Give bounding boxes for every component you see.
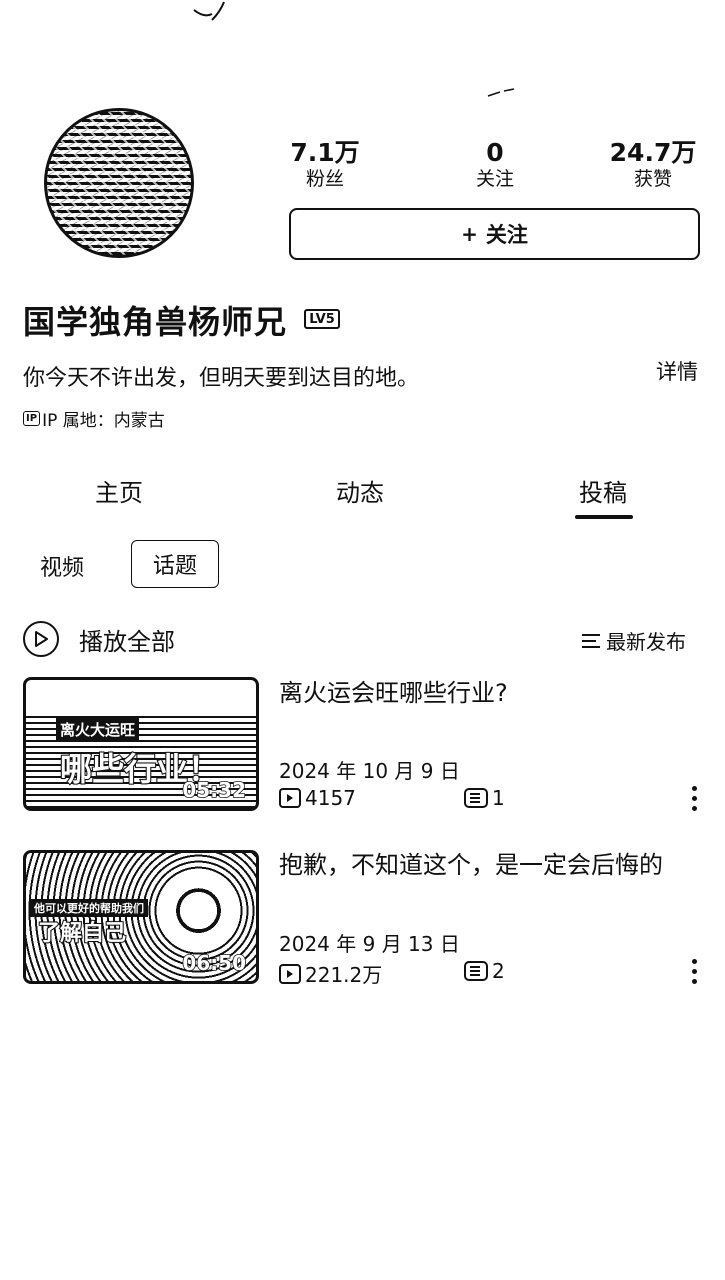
video-thumbnail[interactable]: 他可以更好的帮助我们 了解自己 06:50 [23,850,259,984]
active-tab-indicator [575,515,633,519]
comment-count: 1 [492,786,505,810]
decorative-stroke [193,1,225,21]
tab-submissions[interactable]: 投稿 [579,473,627,508]
stat-value: 0 [486,138,504,167]
video-date: 2024 年 9 月 13 日 [279,932,460,956]
stat-label: 粉丝 [305,168,344,190]
avatar[interactable] [44,108,194,258]
ip-icon: IP [23,411,41,426]
video-thumbnail[interactable]: 离火大运旺 哪些行业！ 05:32 [23,677,259,811]
stat-likes[interactable]: 24.7万 获赞 [593,138,713,190]
profile-bio: 你今天不许出发，但明天要到达目的地。 [23,366,420,391]
video-views: 221.2万 [279,959,382,988]
plus-icon: + [461,222,478,246]
stat-label: 获赞 [633,168,672,190]
tab-home[interactable]: 主页 [95,473,143,508]
video-title[interactable]: 抱歉，不知道这个，是一定会后悔的 [279,847,689,883]
video-views: 4157 [279,786,356,810]
ip-location: IP IP 属地：内蒙古 [23,406,165,431]
sort-button[interactable]: 最新发布 [582,626,686,655]
subtab-topic[interactable]: 话题 [131,540,219,588]
thumbnail-caption: 离火大运旺 [56,718,140,741]
more-options-icon[interactable] [689,786,699,811]
video-comments: 1 [464,786,505,810]
level-badge: LV5 [304,309,340,329]
stat-following[interactable]: 0 关注 [435,138,555,190]
follow-button-label: 关注 [485,223,528,247]
tab-dynamics[interactable]: 动态 [336,473,384,508]
decorative-stroke [487,88,515,97]
thumbnail-headline: 了解自己 [37,920,127,947]
profile-name: 国学独角兽杨师兄 [23,303,288,341]
play-count-icon [279,963,301,984]
detail-link[interactable]: 详情 [656,356,698,386]
video-duration: 05:32 [182,777,247,803]
video-title[interactable]: 离火运会旺哪些行业? [279,675,689,711]
follow-button[interactable]: + 关注 [289,208,700,260]
stat-value: 7.1万 [290,138,360,167]
comment-count: 2 [492,959,505,983]
stat-value: 24.7万 [609,138,697,167]
video-date: 2024 年 10 月 9 日 [279,759,460,783]
video-comments: 2 [464,959,505,983]
play-count-icon [279,788,301,808]
stat-fans[interactable]: 7.1万 粉丝 [265,138,385,190]
view-count: 4157 [305,786,356,810]
view-count: 221.2万 [305,963,383,987]
more-options-icon[interactable] [689,959,699,984]
play-all-button[interactable]: 播放全部 [79,622,175,657]
sort-label: 最新发布 [606,630,686,654]
video-duration: 06:50 [182,950,247,976]
subtab-topic-label: 话题 [152,554,197,579]
comment-icon [464,961,488,981]
sort-icon [582,633,600,648]
subtab-video[interactable]: 视频 [40,550,84,582]
stat-label: 关注 [475,168,514,190]
play-all-icon[interactable] [23,621,59,657]
comment-icon [464,788,488,808]
ip-location-text: IP 属地：内蒙古 [42,411,165,431]
